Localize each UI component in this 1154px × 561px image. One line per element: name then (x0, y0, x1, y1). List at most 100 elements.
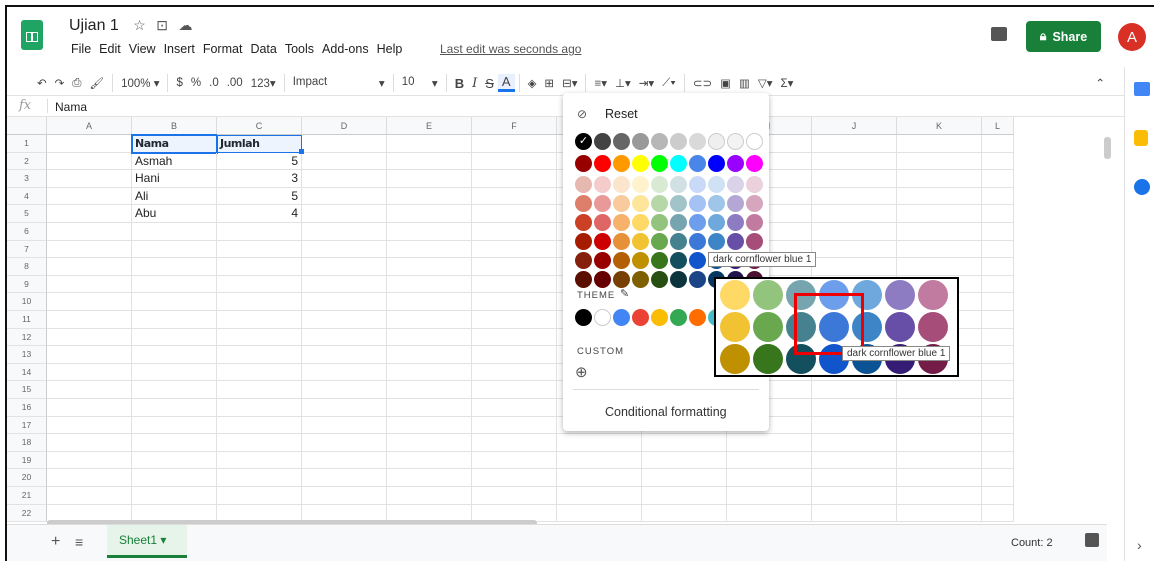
color-swatch[interactable] (670, 233, 687, 250)
column-header-a[interactable]: A (47, 117, 132, 135)
cell-F11[interactable] (472, 311, 557, 329)
collapse-menu-icon[interactable]: ⌃ (1091, 76, 1109, 90)
cell-J21[interactable] (812, 487, 897, 505)
cell-C18[interactable] (217, 434, 302, 452)
cell-B16[interactable] (132, 399, 217, 417)
cell-E18[interactable] (387, 434, 472, 452)
edit-theme-icon[interactable]: ✎ (620, 287, 629, 300)
color-swatch[interactable] (575, 252, 592, 269)
color-swatch[interactable] (594, 233, 611, 250)
cell-C16[interactable] (217, 399, 302, 417)
font-select[interactable]: Impact ▾ (289, 76, 389, 90)
increase-decimal-button[interactable]: .00 (223, 77, 247, 89)
color-swatch[interactable] (613, 133, 630, 150)
cell-C20[interactable] (217, 469, 302, 487)
cell-E20[interactable] (387, 469, 472, 487)
row-header-13[interactable]: 13 (7, 346, 47, 364)
cell-F16[interactable] (472, 399, 557, 417)
cell-F1[interactable] (472, 135, 557, 153)
cell-J15[interactable] (812, 381, 897, 399)
row-header-12[interactable]: 12 (7, 328, 47, 347)
color-swatch[interactable] (613, 155, 630, 172)
percent-button[interactable]: % (187, 77, 205, 89)
color-swatch[interactable] (632, 214, 649, 231)
column-header-e[interactable]: E (387, 117, 472, 135)
cell-F7[interactable] (472, 240, 557, 259)
cell-A11[interactable] (47, 311, 132, 329)
color-swatch[interactable] (651, 233, 668, 250)
cell-B4[interactable]: Ali (132, 187, 217, 206)
cell-E10[interactable] (387, 293, 472, 311)
avatar[interactable]: A (1118, 23, 1146, 51)
cell-E17[interactable] (387, 416, 472, 435)
cell-J6[interactable] (812, 223, 897, 241)
color-swatch[interactable] (651, 195, 668, 212)
theme-color-swatch[interactable] (632, 309, 649, 326)
color-swatch[interactable] (727, 155, 744, 172)
cell-E19[interactable] (387, 451, 472, 470)
color-swatch[interactable] (746, 233, 763, 250)
cell-L9[interactable] (982, 275, 1014, 294)
cell-K15[interactable] (897, 381, 982, 399)
fill-handle[interactable] (299, 149, 304, 154)
cell-L16[interactable] (982, 399, 1014, 417)
color-swatch[interactable] (708, 176, 725, 193)
cell-F14[interactable] (472, 363, 557, 382)
cell-G20[interactable] (557, 469, 642, 487)
color-swatch[interactable] (575, 233, 592, 250)
add-sheet-icon[interactable]: + (51, 533, 60, 551)
cell-L20[interactable] (982, 469, 1014, 487)
color-swatch[interactable] (708, 195, 725, 212)
functions-icon[interactable]: Σ▾ (777, 76, 798, 90)
color-swatch[interactable] (689, 195, 706, 212)
cell-D10[interactable] (302, 293, 387, 311)
currency-button[interactable]: $ (172, 77, 186, 89)
cell-L3[interactable] (982, 170, 1014, 188)
cell-K16[interactable] (897, 399, 982, 417)
cell-B1[interactable]: Nama (131, 134, 218, 154)
text-rotation-icon[interactable]: ⟋▾ (658, 77, 680, 90)
keep-icon[interactable] (1134, 130, 1148, 146)
cell-B7[interactable] (132, 240, 217, 259)
cell-H20[interactable] (642, 469, 727, 487)
color-swatch[interactable] (689, 133, 706, 150)
cell-L1[interactable] (982, 135, 1014, 153)
color-swatch[interactable] (613, 176, 630, 193)
color-swatch[interactable] (689, 252, 706, 269)
cell-D1[interactable] (302, 135, 387, 153)
cell-L14[interactable] (982, 363, 1014, 382)
cell-F8[interactable] (472, 258, 557, 276)
cell-L5[interactable] (982, 205, 1014, 223)
cell-D5[interactable] (302, 205, 387, 223)
cell-L8[interactable] (982, 258, 1014, 276)
cell-K20[interactable] (897, 469, 982, 487)
cell-L7[interactable] (982, 240, 1014, 259)
tasks-icon[interactable] (1134, 179, 1150, 195)
cell-C13[interactable] (217, 346, 302, 364)
color-swatch[interactable] (594, 214, 611, 231)
bold-button[interactable]: B (451, 76, 468, 91)
cell-J18[interactable] (812, 434, 897, 452)
cell-B19[interactable] (132, 451, 217, 470)
cell-G22[interactable] (557, 504, 642, 523)
cell-A10[interactable] (47, 293, 132, 311)
cell-F19[interactable] (472, 451, 557, 470)
strikethrough-button[interactable]: S (481, 76, 498, 91)
cell-I21[interactable] (727, 487, 812, 505)
merge-cells-icon[interactable]: ⊟▾ (558, 76, 581, 90)
cell-F18[interactable] (472, 434, 557, 452)
color-swatch[interactable] (708, 133, 725, 150)
color-swatch[interactable] (613, 271, 630, 288)
menu-file[interactable]: File (67, 42, 95, 56)
cell-F10[interactable] (472, 293, 557, 311)
borders-icon[interactable]: ⊞ (540, 76, 558, 90)
row-header-4[interactable]: 4 (7, 187, 47, 206)
color-swatch[interactable] (670, 252, 687, 269)
horizontal-align-icon[interactable]: ≡▾ (590, 76, 610, 90)
cell-B2[interactable]: Asmah (132, 152, 217, 171)
cell-F21[interactable] (472, 487, 557, 505)
cell-J4[interactable] (812, 187, 897, 206)
cell-L10[interactable] (982, 293, 1014, 311)
row-header-10[interactable]: 10 (7, 293, 47, 311)
color-swatch[interactable] (689, 155, 706, 172)
